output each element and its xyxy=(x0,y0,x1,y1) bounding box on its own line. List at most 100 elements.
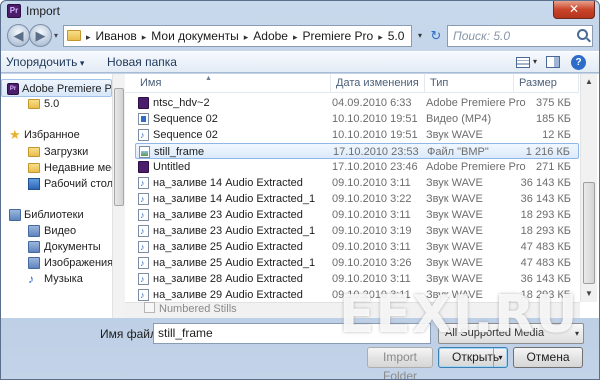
search-icon[interactable] xyxy=(577,29,588,40)
numbered-stills-label: Numbered Stills xyxy=(159,303,237,315)
file-row[interactable]: Sequence 02 10.10.2010 19:51 Звук WAVE 12 К… xyxy=(135,127,579,143)
numbered-stills-option[interactable]: Numbered Stills xyxy=(144,302,237,315)
column-date[interactable]: Дата изменения xyxy=(331,74,425,93)
cancel-button[interactable]: Отмена xyxy=(513,347,583,368)
breadcrumb-separator-icon[interactable]: ▸ xyxy=(244,32,249,42)
music-icon: ♪ xyxy=(28,272,34,286)
sidebar-scroll-thumb[interactable] xyxy=(114,88,124,206)
video-file-icon xyxy=(138,113,149,125)
file-row[interactable]: на_заливе 25 Audio Extracted_1 09.10.2010… xyxy=(135,255,579,271)
file-type: Звук WAVE xyxy=(426,225,483,237)
breadcrumb-separator-icon[interactable]: ▸ xyxy=(142,32,147,42)
file-date: 17.10.2010 23:46 xyxy=(332,161,418,173)
scroll-up-icon[interactable]: ▲ xyxy=(581,74,597,90)
numbered-stills-checkbox[interactable] xyxy=(144,302,155,313)
column-size[interactable]: Размер xyxy=(514,74,579,93)
breadcrumb-item[interactable]: 5.0 xyxy=(388,29,405,43)
address-dropdown-icon[interactable]: ▾ xyxy=(413,25,427,47)
sidebar-scrollbar[interactable] xyxy=(112,74,125,318)
preview-pane-icon[interactable] xyxy=(546,56,560,68)
back-button[interactable]: ◀ xyxy=(7,24,30,47)
sidebar-item-label: Рабочий стол xyxy=(44,178,112,190)
help-icon[interactable]: ? xyxy=(571,55,586,70)
file-row[interactable]: Untitled 17.10.2010 23:46 Adobe Premiere P… xyxy=(135,159,579,175)
folder-icon xyxy=(28,163,40,173)
file-name: на_заливе 23 Audio Extracted_1 xyxy=(153,225,316,237)
breadcrumb-item[interactable]: Premiere Pro xyxy=(303,29,374,43)
view-dropdown-icon[interactable]: ▾ xyxy=(533,57,537,66)
search-input[interactable]: Поиск: 5.0 xyxy=(447,25,593,47)
folder-icon xyxy=(28,99,40,109)
library-icon xyxy=(28,257,40,269)
sidebar-item[interactable]: ★ Избранное xyxy=(1,126,112,144)
open-split-dropdown-icon[interactable]: ▾ xyxy=(493,348,507,367)
navigation-pane: Pr Adobe Premiere Pr 5.0 ★ Избранное Загрузки… xyxy=(1,74,125,318)
file-list-scrollbar[interactable]: ▲ ▼ xyxy=(580,74,597,302)
folder-icon xyxy=(28,147,40,157)
breadcrumb-separator-icon[interactable]: ▸ xyxy=(293,32,298,42)
file-row[interactable]: still_frame 17.10.2010 23:53 Файл "BMP" 1 2… xyxy=(135,143,579,159)
file-type: Файл "BMP" xyxy=(427,146,489,158)
breadcrumb-item[interactable]: Мои документы xyxy=(151,29,238,43)
file-size: 185 КБ xyxy=(535,113,571,125)
file-row[interactable]: на_заливе 25 Audio Extracted 09.10.2010 3… xyxy=(135,239,579,255)
file-date: 09.10.2010 3:11 xyxy=(332,209,411,221)
breadcrumb-item[interactable]: Иванов xyxy=(96,29,137,43)
file-row[interactable]: Sequence 02 10.10.2010 19:51 Видео (MP4) 18… xyxy=(135,111,579,127)
close-button[interactable]: ✕ xyxy=(553,1,595,19)
browser-content: Pr Adobe Premiere Pr 5.0 ★ Избранное Загрузки… xyxy=(1,74,599,318)
file-size: 1 216 КБ xyxy=(525,146,570,158)
column-name[interactable]: Имя xyxy=(135,74,331,93)
desktop-icon xyxy=(28,178,40,190)
file-date: 09.10.2010 3:22 xyxy=(332,193,412,205)
file-row[interactable]: на_заливе 14 Audio Extracted 09.10.2010 3… xyxy=(135,175,579,191)
file-name: на_заливе 14 Audio Extracted_1 xyxy=(153,193,316,205)
column-type[interactable]: Тип xyxy=(425,74,514,93)
sidebar-item[interactable]: 5.0 xyxy=(1,95,112,113)
file-size: 18 293 КБ xyxy=(520,225,571,237)
history-dropdown-icon[interactable]: ▾ xyxy=(54,31,58,40)
new-folder-button[interactable]: Новая папка xyxy=(107,55,177,69)
import-folder-button[interactable]: Import Folder xyxy=(367,347,433,379)
file-date: 04.09.2010 6:33 xyxy=(332,97,412,109)
file-name: Sequence 02 xyxy=(153,113,218,125)
address-bar[interactable]: ▸ Иванов ▸ Мои документы ▸ Adobe ▸ Premiere Pro… xyxy=(63,25,412,47)
file-name: на_заливе 23 Audio Extracted xyxy=(153,209,303,221)
file-type: Звук WAVE xyxy=(426,129,483,141)
organize-menu[interactable]: Упорядочить xyxy=(6,55,84,69)
open-button[interactable]: Открыть ▾ xyxy=(438,347,508,368)
sidebar-item[interactable]: Рабочий стол xyxy=(1,175,112,193)
file-row[interactable]: на_заливе 14 Audio Extracted_1 09.10.2010… xyxy=(135,191,579,207)
file-name: Untitled xyxy=(153,161,191,173)
file-type: Звук WAVE xyxy=(426,257,483,269)
premiere-app-icon: Pr xyxy=(7,4,21,18)
file-date: 09.10.2010 3:19 xyxy=(332,225,412,237)
file-name: на_заливе 14 Audio Extracted xyxy=(153,177,303,189)
file-row[interactable]: ntsc_hdv~2 04.09.2010 6:33 Adobe Premiere … xyxy=(135,95,579,111)
view-options-icon[interactable] xyxy=(516,57,530,68)
file-size: 47 483 КБ xyxy=(520,241,571,253)
file-size: 375 КБ xyxy=(535,97,571,109)
file-size: 12 КБ xyxy=(542,129,571,141)
prproj-file-icon xyxy=(138,161,149,173)
premiere-icon: Pr xyxy=(7,83,19,95)
file-row[interactable]: на_заливе 23 Audio Extracted_1 09.10.2010… xyxy=(135,223,579,239)
audio-file-icon xyxy=(138,287,149,303)
file-row[interactable]: на_заливе 23 Audio Extracted 09.10.2010 3… xyxy=(135,207,579,223)
sidebar-item[interactable]: ♪ Музыка xyxy=(1,270,112,288)
file-type: Adobe Premiere Pro xyxy=(426,161,526,173)
breadcrumb-separator-icon[interactable]: ▸ xyxy=(86,32,91,42)
breadcrumb-separator-icon[interactable]: ▸ xyxy=(378,32,383,42)
sidebar-item-label: 5.0 xyxy=(44,98,60,110)
file-size: 36 143 КБ xyxy=(520,177,571,189)
file-type: Звук WAVE xyxy=(426,209,483,221)
scroll-thumb[interactable] xyxy=(583,182,595,284)
audio-file-icon xyxy=(138,223,149,239)
forward-button[interactable]: ▶ xyxy=(29,24,52,47)
audio-file-icon xyxy=(138,255,149,271)
file-size: 47 483 КБ xyxy=(520,257,571,269)
refresh-icon[interactable]: ↻ xyxy=(428,25,444,47)
file-type: Видео (MP4) xyxy=(426,113,492,125)
breadcrumb-item[interactable]: Adobe xyxy=(253,29,288,43)
watermark-logo: EEXI.RU xyxy=(339,285,579,345)
